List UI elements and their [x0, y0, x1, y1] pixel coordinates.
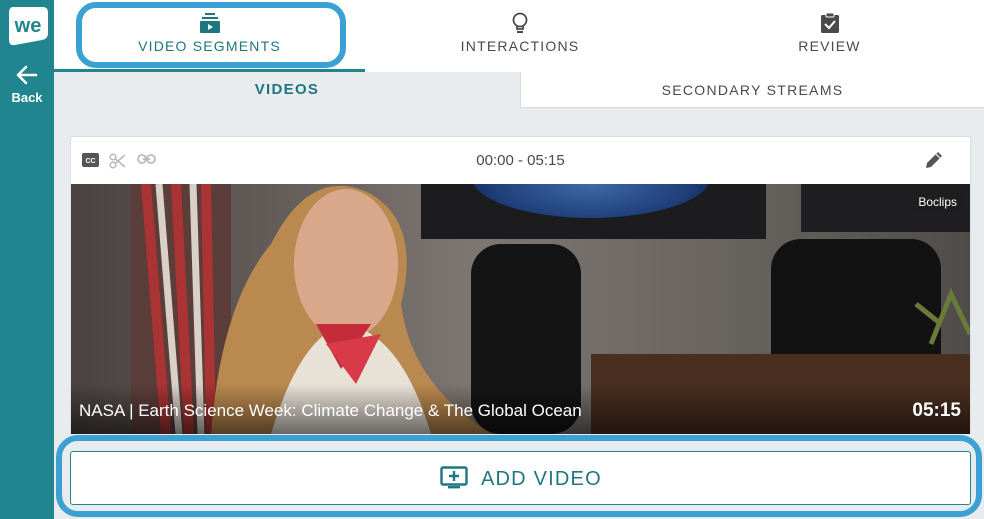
add-video-button[interactable]: ADD VIDEO [70, 451, 971, 505]
videos-panel: CC 00:00 - 05:15 Boclips NASA | Earth Sc… [54, 108, 984, 519]
main-tabs: VIDEO SEGMENTS INTERACTIONS REVIEW [54, 0, 984, 72]
subtab-videos[interactable]: VIDEOS [54, 72, 520, 108]
lightbulb-icon [512, 12, 528, 33]
tab-label: INTERACTIONS [460, 38, 580, 54]
pencil-icon[interactable] [924, 150, 944, 170]
tab-interactions[interactable]: INTERACTIONS [365, 0, 675, 72]
we-logo: we [5, 5, 49, 47]
back-button[interactable]: Back [0, 64, 54, 105]
subtab-secondary-streams[interactable]: SECONDARY STREAMS [520, 72, 984, 108]
video-card: CC 00:00 - 05:15 Boclips NASA | Earth Sc… [70, 136, 971, 434]
video-duration: 05:15 [912, 400, 961, 421]
clipboard-check-icon [820, 12, 839, 33]
sidebar: we Back [0, 0, 54, 519]
source-badge: Boclips [913, 193, 962, 211]
segment-time-range: 00:00 - 05:15 [476, 152, 565, 169]
video-thumbnail[interactable]: Boclips NASA | Earth Science Week: Clima… [71, 184, 970, 434]
svg-text:we: we [14, 15, 42, 37]
add-video-label: ADD VIDEO [481, 468, 602, 490]
tab-label: REVIEW [798, 38, 861, 54]
arrow-left-icon [16, 65, 38, 85]
video-title: NASA | Earth Science Week: Climate Chang… [79, 401, 582, 420]
video-caption-overlay: NASA | Earth Science Week: Climate Chang… [71, 384, 970, 434]
add-video-icon [440, 466, 468, 489]
sub-tabs: VIDEOS SECONDARY STREAMS [54, 72, 984, 108]
tab-review[interactable]: REVIEW [675, 0, 984, 72]
video-card-toolbar: CC 00:00 - 05:15 [71, 137, 970, 184]
back-label: Back [11, 90, 43, 105]
highlight-ring-video-segments [76, 2, 346, 68]
